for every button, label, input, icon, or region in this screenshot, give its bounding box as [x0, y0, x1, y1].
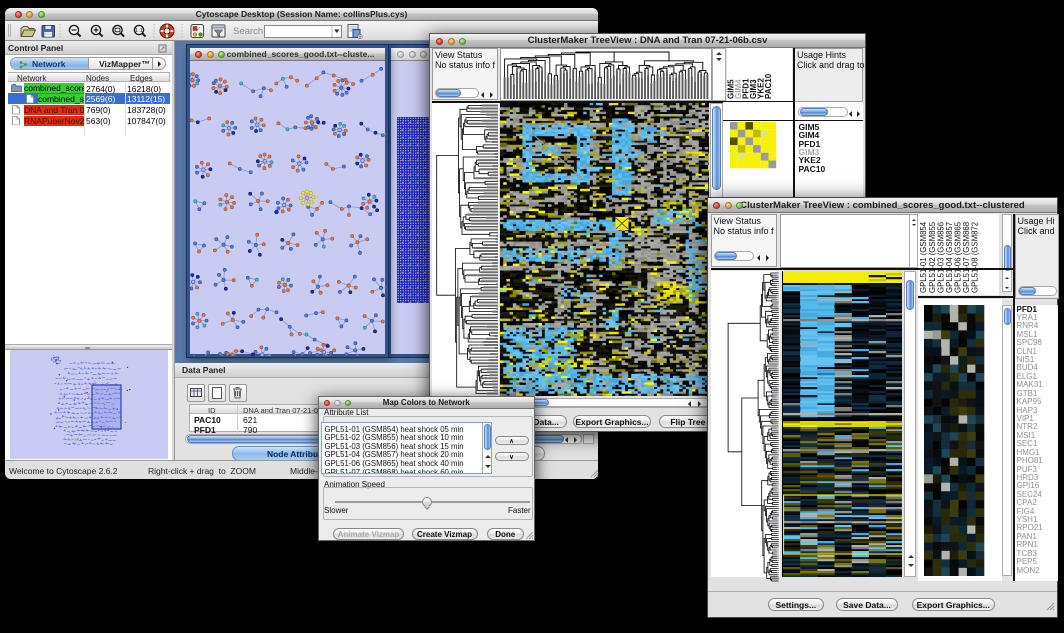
svg-text:1:1: 1:1	[135, 28, 143, 34]
svg-text:Search:: Search:	[233, 26, 266, 37]
svg-text:GPL51-08 (GSM872: GPL51-08 (GSM872	[971, 222, 980, 293]
svg-text:PAC10: PAC10	[764, 73, 773, 99]
